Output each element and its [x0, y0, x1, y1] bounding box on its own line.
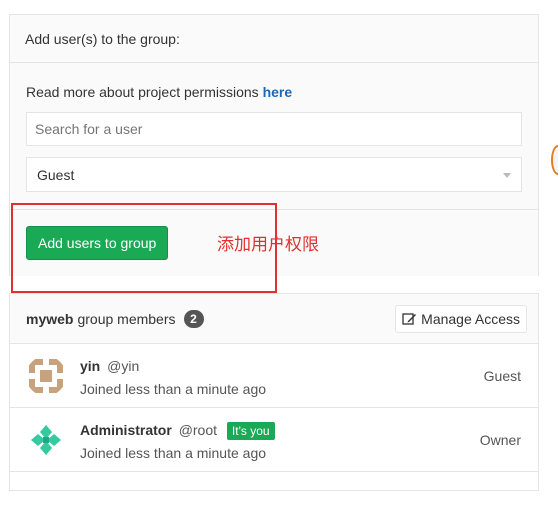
member-name: yin: [80, 358, 101, 374]
manage-access-button[interactable]: Manage Access: [395, 305, 527, 333]
panel-title: Add user(s) to the group:: [10, 15, 538, 63]
manage-access-label: Manage Access: [421, 311, 520, 327]
member-name-line: Administrator @root It's you: [80, 422, 275, 440]
member-joined: Joined less than a minute ago: [80, 381, 267, 397]
browser-extension-icon[interactable]: [551, 145, 558, 175]
access-level-value: Guest: [37, 166, 75, 183]
avatar: [26, 356, 66, 396]
edit-icon: [402, 313, 417, 325]
group-name: myweb: [26, 310, 74, 327]
member-username: @root: [178, 422, 218, 438]
member-role: Owner: [479, 432, 521, 448]
chevron-down-icon: [503, 173, 511, 178]
its-you-badge: It's you: [226, 422, 275, 440]
member-joined: Joined less than a minute ago: [80, 445, 267, 461]
member-role[interactable]: Guest: [484, 368, 521, 384]
panel-body: Read more about project permissions here…: [10, 64, 538, 209]
member-name-line: yin @yin: [80, 358, 139, 374]
members-label: group members: [77, 310, 176, 327]
member-username: @yin: [107, 358, 140, 374]
member-row: yin @yin Joined less than a minute ago G…: [10, 344, 538, 408]
member-count-badge: 2: [183, 309, 204, 328]
permissions-text: Read more about project permissions here: [26, 84, 292, 100]
members-panel: myweb group members 2 Manage Access yin …: [9, 293, 539, 491]
user-search-input[interactable]: [26, 112, 522, 146]
access-level-select[interactable]: Guest: [26, 157, 522, 192]
member-row: Administrator @root It's you Joined less…: [10, 408, 538, 472]
member-name: Administrator: [80, 422, 172, 438]
permissions-label: Read more about project permissions: [26, 84, 263, 100]
permissions-link[interactable]: here: [263, 84, 293, 100]
avatar: [26, 420, 66, 460]
annotation-text: 添加用户权限: [217, 235, 319, 255]
members-header: myweb group members 2 Manage Access: [10, 294, 538, 344]
